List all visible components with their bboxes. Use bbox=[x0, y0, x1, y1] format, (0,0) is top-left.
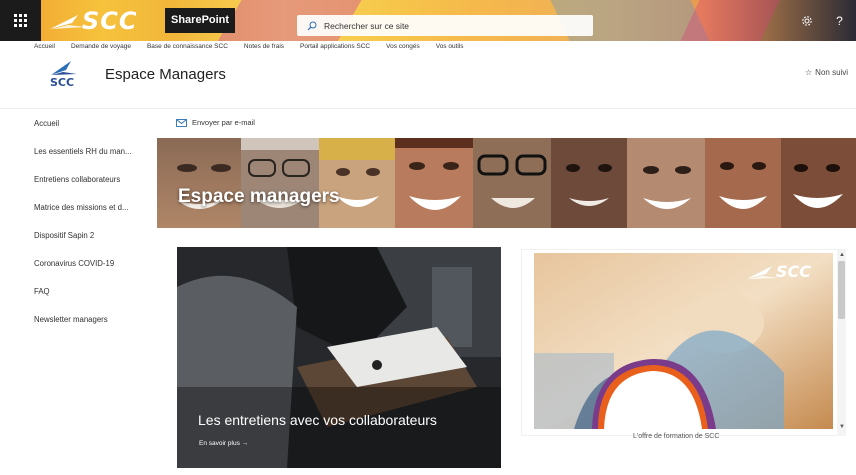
star-icon: ☆ bbox=[805, 68, 813, 77]
search-box[interactable]: Rechercher sur ce site bbox=[297, 15, 593, 36]
hub-link-notes-de-frais[interactable]: Notes de frais bbox=[244, 43, 284, 55]
mail-icon bbox=[176, 118, 187, 127]
nav-item-covid[interactable]: Coronavirus COVID-19 bbox=[34, 257, 154, 285]
news-card-formation[interactable]: SCC ▲ ▼ bbox=[521, 249, 846, 436]
news-card-entretiens[interactable]: Les entretiens avec vos collaborateurs E… bbox=[177, 247, 501, 468]
hero-face-image bbox=[781, 138, 856, 228]
card-image: SCC bbox=[534, 253, 833, 429]
brand-logo[interactable]: SCC bbox=[48, 6, 158, 35]
card-caption: L'offre de formation de SCC bbox=[633, 433, 720, 440]
left-navigation: Accueil Les essentiels RH du man... Entr… bbox=[34, 117, 154, 341]
settings-icon[interactable] bbox=[790, 0, 823, 41]
hero-face-image bbox=[319, 138, 395, 228]
brand-name: SCC bbox=[82, 6, 138, 35]
follow-label: Non suivi bbox=[815, 68, 849, 77]
hero-face-image bbox=[395, 138, 473, 228]
nav-item-faq[interactable]: FAQ bbox=[34, 285, 154, 313]
hero-face-image bbox=[241, 138, 319, 228]
nav-item-entretiens[interactable]: Entretiens collaborateurs bbox=[34, 173, 154, 201]
hub-link-demande-de-voyage[interactable]: Demande de voyage bbox=[71, 43, 131, 55]
hero-banner: Espace managers bbox=[157, 138, 856, 228]
email-button[interactable]: Envoyer par e-mail bbox=[176, 118, 255, 127]
help-icon[interactable]: ? bbox=[823, 0, 856, 41]
hub-link-portail-applications[interactable]: Portail applications SCC bbox=[300, 43, 370, 55]
hub-navigation: Accueil Demande de voyage Base de connai… bbox=[34, 43, 480, 55]
card-image bbox=[177, 247, 501, 468]
hub-link-vos-conges[interactable]: Vos congés bbox=[386, 43, 420, 55]
nav-item-sapin-2[interactable]: Dispositif Sapin 2 bbox=[34, 229, 154, 257]
hero-face-image bbox=[551, 138, 627, 228]
scroll-up-icon[interactable]: ▲ bbox=[839, 252, 845, 258]
nav-item-newsletter[interactable]: Newsletter managers bbox=[34, 313, 154, 341]
hero-title: Espace managers bbox=[178, 186, 340, 207]
suite-bar-decoration bbox=[680, 0, 780, 41]
card-brand-logo: SCC bbox=[746, 262, 811, 281]
waffle-icon[interactable] bbox=[0, 0, 41, 41]
suite-bar: SCC SharePoint Rechercher sur ce site ? bbox=[0, 0, 856, 41]
card-brand-text: SCC bbox=[776, 262, 812, 281]
nav-item-essentiels-rh[interactable]: Les essentiels RH du man... bbox=[34, 145, 154, 173]
nav-item-accueil[interactable]: Accueil bbox=[34, 117, 154, 145]
site-logo[interactable]: SCC bbox=[49, 59, 79, 91]
email-label: Envoyer par e-mail bbox=[192, 118, 255, 127]
swoosh-icon bbox=[51, 61, 77, 75]
search-placeholder: Rechercher sur ce site bbox=[324, 20, 410, 31]
hero-face-image bbox=[627, 138, 705, 228]
swoosh-icon bbox=[747, 265, 778, 279]
scrollbar-thumb[interactable] bbox=[838, 261, 845, 319]
divider bbox=[0, 108, 856, 109]
site-logo-text: SCC bbox=[50, 76, 75, 89]
hub-link-accueil[interactable]: Accueil bbox=[34, 43, 55, 55]
hero-face-image bbox=[157, 138, 241, 228]
app-name[interactable]: SharePoint bbox=[165, 8, 236, 33]
site-title[interactable]: Espace Managers bbox=[105, 66, 226, 83]
learn-more-link[interactable]: En savoir plus → bbox=[199, 440, 248, 447]
scroll-down-icon[interactable]: ▼ bbox=[839, 424, 845, 430]
follow-button[interactable]: ☆ Non suivi bbox=[805, 68, 848, 77]
card-caption: Les entretiens avec vos collaborateurs bbox=[198, 412, 437, 428]
hub-link-vos-outils[interactable]: Vos outils bbox=[436, 43, 464, 55]
nav-item-matrice-missions[interactable]: Matrice des missions et d... bbox=[34, 201, 154, 229]
hub-link-base-de-connaissance[interactable]: Base de connaissance SCC bbox=[147, 43, 228, 55]
hero-face-image bbox=[705, 138, 781, 228]
hero-face-image bbox=[473, 138, 551, 228]
search-icon bbox=[307, 21, 317, 30]
